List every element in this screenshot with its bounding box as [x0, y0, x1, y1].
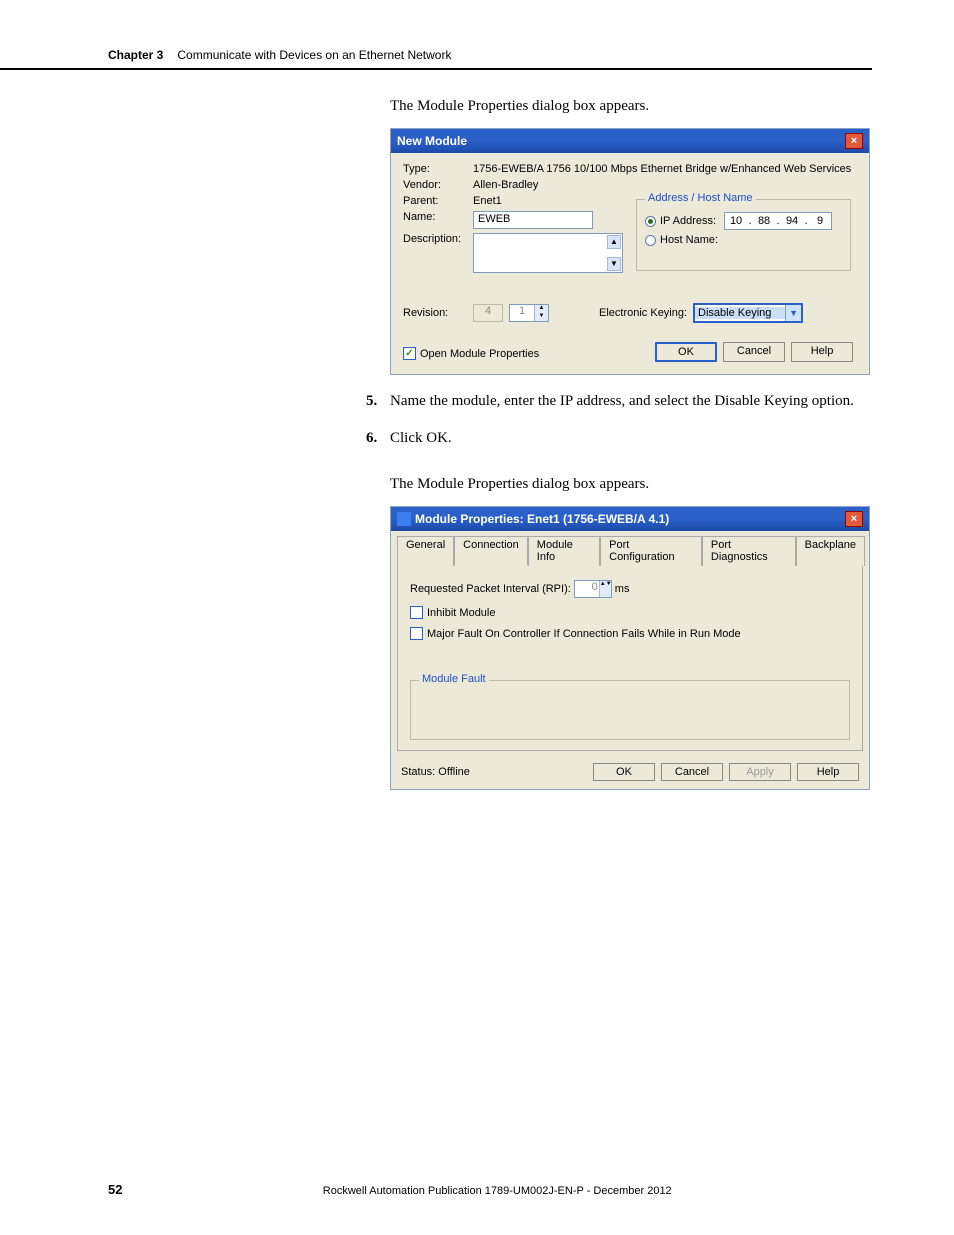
ip-octet-1[interactable]: 10 — [725, 215, 747, 227]
group-legend: Address / Host Name — [645, 192, 756, 204]
rpi-row: Requested Packet Interval (RPI): 0 ▲▼ ms — [410, 580, 850, 598]
name-label: Name: — [403, 211, 473, 223]
host-name-radio-row[interactable]: Host Name: — [645, 234, 842, 246]
host-label: Host Name: — [660, 234, 718, 246]
type-value: 1756-EWEB/A 1756 10/100 Mbps Ethernet Br… — [473, 163, 851, 175]
rpi-label: Requested Packet Interval (RPI): — [410, 583, 571, 595]
ip-radio[interactable] — [645, 216, 656, 227]
description-textarea[interactable]: ▲ ▼ — [473, 233, 623, 273]
parent-value: Enet1 — [473, 195, 502, 207]
open-props-checkbox[interactable] — [403, 347, 416, 360]
revision-minor-value: 1 — [510, 305, 534, 321]
revision-major: 4 — [473, 304, 503, 322]
major-fault-label: Major Fault On Controller If Connection … — [427, 628, 741, 640]
intro-text-1: The Module Properties dialog box appears… — [390, 96, 872, 116]
major-fault-checkbox[interactable] — [410, 627, 423, 640]
ip-octet-2[interactable]: 88 — [753, 215, 775, 227]
titlebar[interactable]: New Module × — [391, 129, 869, 153]
step-number: 5. — [366, 391, 390, 411]
chapter-label: Chapter 3 — [108, 48, 163, 62]
help-button[interactable]: Help — [791, 342, 853, 362]
tab-connection[interactable]: Connection — [454, 536, 528, 566]
help-button[interactable]: Help — [797, 763, 859, 781]
rpi-unit: ms — [615, 583, 630, 595]
dialog-title: Module Properties: Enet1 (1756-EWEB/A 4.… — [415, 512, 669, 526]
tab-general[interactable]: General — [397, 536, 454, 566]
chapter-title: Communicate with Devices on an Ethernet … — [177, 48, 451, 62]
page-number: 52 — [108, 1182, 122, 1197]
ip-octet-4[interactable]: 9 — [809, 215, 831, 227]
step-5: 5. Name the module, enter the IP address… — [366, 391, 872, 411]
step-text: Name the module, enter the IP address, a… — [390, 391, 872, 411]
tab-port-config[interactable]: Port Configuration — [600, 536, 702, 566]
cancel-button[interactable]: Cancel — [723, 342, 785, 362]
close-icon[interactable]: × — [845, 133, 863, 149]
ip-input[interactable]: 10. 88. 94. 9 — [724, 212, 832, 230]
parent-label: Parent: — [403, 195, 473, 207]
tab-module-info[interactable]: Module Info — [528, 536, 600, 566]
ip-address-radio-row[interactable]: IP Address: 10. 88. 94. 9 — [645, 212, 842, 230]
dialog-body: General Connection Module Info Port Conf… — [391, 531, 869, 789]
ek-label: Electronic Keying: — [599, 307, 687, 319]
ok-button[interactable]: OK — [655, 342, 717, 362]
vendor-label: Vendor: — [403, 179, 473, 191]
page-footer: 52 Rockwell Automation Publication 1789-… — [0, 1182, 954, 1197]
revision-label: Revision: — [403, 307, 473, 319]
vendor-value: Allen-Bradley — [473, 179, 538, 191]
rpi-value: 0 — [575, 581, 599, 597]
step-6: 6. Click OK. — [366, 428, 872, 448]
titlebar[interactable]: Module Properties: Enet1 (1756-EWEB/A 4.… — [391, 507, 869, 531]
ip-label: IP Address: — [660, 215, 716, 227]
ok-button[interactable]: OK — [593, 763, 655, 781]
spinner-icon[interactable]: ▲▼ — [599, 581, 611, 597]
status-text: Status: Offline — [401, 766, 470, 778]
revision-row: Revision: 4 1 ▲▼ Electronic Keying: Disa… — [403, 303, 857, 323]
tab-content: Requested Packet Interval (RPI): 0 ▲▼ ms… — [397, 565, 863, 751]
description-label: Description: — [403, 233, 473, 245]
scroll-up-icon[interactable]: ▲ — [607, 235, 621, 249]
name-input[interactable]: EWEB — [473, 211, 593, 229]
tab-strip: General Connection Module Info Port Conf… — [391, 531, 869, 565]
module-properties-dialog: Module Properties: Enet1 (1756-EWEB/A 4.… — [390, 506, 870, 790]
inhibit-row[interactable]: Inhibit Module — [410, 606, 850, 619]
tab-backplane[interactable]: Backplane — [796, 536, 865, 566]
chevron-down-icon[interactable]: ▼ — [785, 305, 801, 321]
tab-port-diagnostics[interactable]: Port Diagnostics — [702, 536, 796, 566]
cancel-button[interactable]: Cancel — [661, 763, 723, 781]
type-label: Type: — [403, 163, 473, 175]
ip-octet-3[interactable]: 94 — [781, 215, 803, 227]
open-props-label: Open Module Properties — [420, 348, 539, 360]
fault-legend: Module Fault — [419, 673, 489, 685]
inhibit-label: Inhibit Module — [427, 607, 496, 619]
intro-text-2: The Module Properties dialog box appears… — [390, 474, 872, 494]
dialog-body: Type: 1756-EWEB/A 1756 10/100 Mbps Ether… — [391, 153, 869, 374]
new-module-dialog: New Module × Type: 1756-EWEB/A 1756 10/1… — [390, 128, 870, 375]
dialog-title: New Module — [397, 134, 467, 148]
rpi-stepper[interactable]: 0 ▲▼ — [574, 580, 612, 598]
address-host-group: Address / Host Name IP Address: 10. 88. … — [636, 199, 851, 271]
ek-value: Disable Keying — [695, 307, 785, 319]
step-number: 6. — [366, 428, 390, 448]
inhibit-checkbox[interactable] — [410, 606, 423, 619]
step-text: Click OK. — [390, 428, 872, 448]
status-row: Status: Offline OK Cancel Apply Help — [391, 759, 869, 789]
scroll-down-icon[interactable]: ▼ — [607, 257, 621, 271]
page-content: The Module Properties dialog box appears… — [0, 96, 954, 790]
dialog2-buttons: OK Cancel Apply Help — [593, 763, 859, 781]
apply-button[interactable]: Apply — [729, 763, 791, 781]
publication-info: Rockwell Automation Publication 1789-UM0… — [122, 1185, 872, 1197]
page-header: Chapter 3 Communicate with Devices on an… — [0, 0, 872, 70]
host-radio[interactable] — [645, 235, 656, 246]
major-fault-row[interactable]: Major Fault On Controller If Connection … — [410, 627, 850, 640]
close-icon[interactable]: × — [845, 511, 863, 527]
revision-minor-stepper[interactable]: 1 ▲▼ — [509, 304, 549, 322]
spinner-icon[interactable]: ▲▼ — [534, 305, 548, 321]
app-icon — [397, 512, 411, 526]
electronic-keying-select[interactable]: Disable Keying ▼ — [693, 303, 803, 323]
module-fault-group: Module Fault — [410, 680, 850, 740]
